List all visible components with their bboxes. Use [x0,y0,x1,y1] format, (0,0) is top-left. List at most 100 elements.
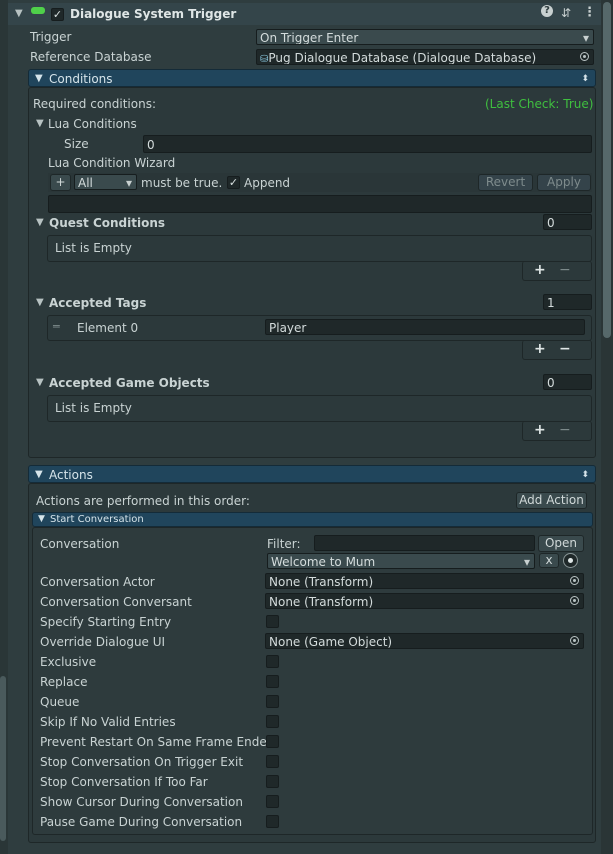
component-foldout-arrow[interactable]: ▼ [15,6,23,22]
game-objects-list-footer [522,421,592,441]
pause-game-during-conversation-checkbox[interactable] [266,815,279,828]
drag-handle-icon[interactable]: ═ [53,319,60,335]
game-objects-list-empty: List is Empty [55,401,132,415]
apply-button[interactable]: Apply [537,174,591,191]
required-conditions-label: Required conditions: [33,97,156,111]
specify-starting-entry-checkbox[interactable] [266,615,279,628]
tags-add-button[interactable]: + [534,341,546,357]
quest-list-empty: List is Empty [55,241,132,255]
lua-add-button[interactable]: + [50,174,71,191]
must-be-true-label: must be true. [141,176,223,190]
actions-arrow-icon: ▼ [35,469,43,480]
start-conversation-foldout[interactable]: ▼ Start Conversation [32,512,593,527]
stop-conversation-if-too-far-checkbox[interactable] [266,775,279,788]
trigger-dropdown[interactable]: On Trigger Enter [256,29,594,45]
quest-conditions-label: Quest Conditions [49,216,166,230]
prevent-restart-on-same-frame-ended-label: Prevent Restart On Same Frame Ended [40,735,275,749]
start-conversation-arrow-icon: ▼ [38,514,45,524]
conversation-label: Conversation [40,537,120,551]
trigger-label: Trigger [30,30,72,44]
override-dialogue-ui-value: None (Game Object) [269,635,393,649]
revert-button[interactable]: Revert [478,174,533,191]
tags-remove-button[interactable]: − [559,341,571,357]
conversation-dropdown[interactable]: Welcome to Mum [267,553,535,569]
accepted-game-objects-arrow[interactable]: ▼ [36,375,44,391]
conditions-arrow-icon: ▼ [35,73,43,84]
lua-wizard-label: Lua Condition Wizard [48,156,176,170]
skip-if-no-valid-entries-checkbox[interactable] [266,715,279,728]
accepted-tags-label: Accepted Tags [49,296,147,310]
game-objects-add-button[interactable]: + [534,422,546,438]
open-conversation-button[interactable]: Open [538,535,584,552]
quest-add-button[interactable]: + [534,262,546,278]
object-picker-icon[interactable] [570,636,579,645]
lua-code-field[interactable] [48,195,592,213]
quest-conditions-arrow[interactable]: ▼ [36,215,44,231]
object-picker-icon[interactable] [570,576,579,585]
help-icon[interactable]: ? [541,5,553,17]
pause-game-during-conversation-label: Pause Game During Conversation [40,815,243,829]
lua-mode-dropdown[interactable]: All [74,174,137,190]
show-cursor-during-conversation-label: Show Cursor During Conversation [40,795,243,809]
conversation-picker-icon[interactable] [563,553,578,568]
queue-label: Queue [40,695,80,709]
stop-conversation-on-trigger-exit-checkbox[interactable] [266,755,279,768]
replace-label: Replace [40,675,88,689]
reference-database-label: Reference Database [30,50,152,64]
conversation-actor-label: Conversation Actor [40,575,155,589]
add-action-button[interactable]: Add Action [516,492,587,509]
override-dialogue-ui-label: Override Dialogue UI [40,635,166,649]
vertical-scrollbar-thumb[interactable] [603,2,611,338]
accepted-game-objects-label: Accepted Game Objects [49,376,210,390]
lua-conditions-label: Lua Conditions [48,117,137,131]
specify-starting-entry-label: Specify Starting Entry [40,615,172,629]
actions-sort-icon: ⬍ [581,470,589,480]
conversation-conversant-label: Conversation Conversant [40,595,192,609]
conversation-conversant-value: None (Transform) [269,595,374,609]
exclusive-checkbox[interactable] [266,655,279,668]
conditions-foldout[interactable]: ▼ Conditions ⬍ [28,69,596,87]
component-title: Dialogue System Trigger [70,7,237,21]
actions-order-label: Actions are performed in this order: [36,494,250,508]
lua-conditions-arrow[interactable]: ▼ [36,116,44,132]
left-edge-scrollbar[interactable] [0,676,6,841]
component-enabled-checkbox[interactable]: ✓ [51,8,64,21]
reference-database-field[interactable]: ⛁Pug Dialogue Database (Dialogue Databas… [256,49,594,65]
append-label: Append [244,176,291,190]
last-check-status: (Last Check: True) [485,97,594,111]
more-options-icon[interactable]: ⋮ [583,5,596,21]
append-checkbox[interactable]: ✓ [227,176,240,189]
filter-input[interactable] [314,535,535,551]
prevent-restart-on-same-frame-ended-checkbox[interactable] [266,735,279,748]
conversation-picker-dot [568,558,573,563]
stop-conversation-on-trigger-exit-label: Stop Conversation On Trigger Exit [40,755,244,769]
actions-foldout[interactable]: ▼ Actions ⬍ [28,465,596,483]
accepted-tags-arrow[interactable]: ▼ [36,295,44,311]
override-dialogue-ui-field[interactable]: None (Game Object) [265,633,584,649]
conversation-conversant-field[interactable]: None (Transform) [265,593,584,609]
show-cursor-during-conversation-checkbox[interactable] [266,795,279,808]
accepted-tags-count[interactable]: 1 [543,294,592,310]
conditions-sort-icon: ⬍ [581,74,589,84]
script-icon [31,7,45,14]
stop-conversation-if-too-far-label: Stop Conversation If Too Far [40,775,208,789]
quest-remove-button[interactable]: − [559,262,571,278]
conversation-actor-field[interactable]: None (Transform) [265,573,584,589]
object-picker-icon[interactable] [580,52,589,61]
presets-icon[interactable]: ⇵ [561,5,571,21]
game-objects-remove-button[interactable]: − [559,422,571,438]
quest-conditions-count[interactable]: 0 [543,214,592,230]
replace-checkbox[interactable] [266,675,279,688]
size-label: Size [64,137,89,151]
tags-list-footer [522,340,592,360]
exclusive-label: Exclusive [40,655,97,669]
object-picker-icon[interactable] [570,596,579,605]
accepted-game-objects-count[interactable]: 0 [543,374,592,390]
filter-label: Filter: [267,537,301,551]
size-field[interactable]: 0 [143,135,592,153]
conversation-actor-value: None (Transform) [269,575,374,589]
clear-conversation-button[interactable]: x [539,553,559,568]
queue-checkbox[interactable] [266,695,279,708]
skip-if-no-valid-entries-label: Skip If No Valid Entries [40,715,176,729]
tag-element-field[interactable]: Player [265,319,585,335]
